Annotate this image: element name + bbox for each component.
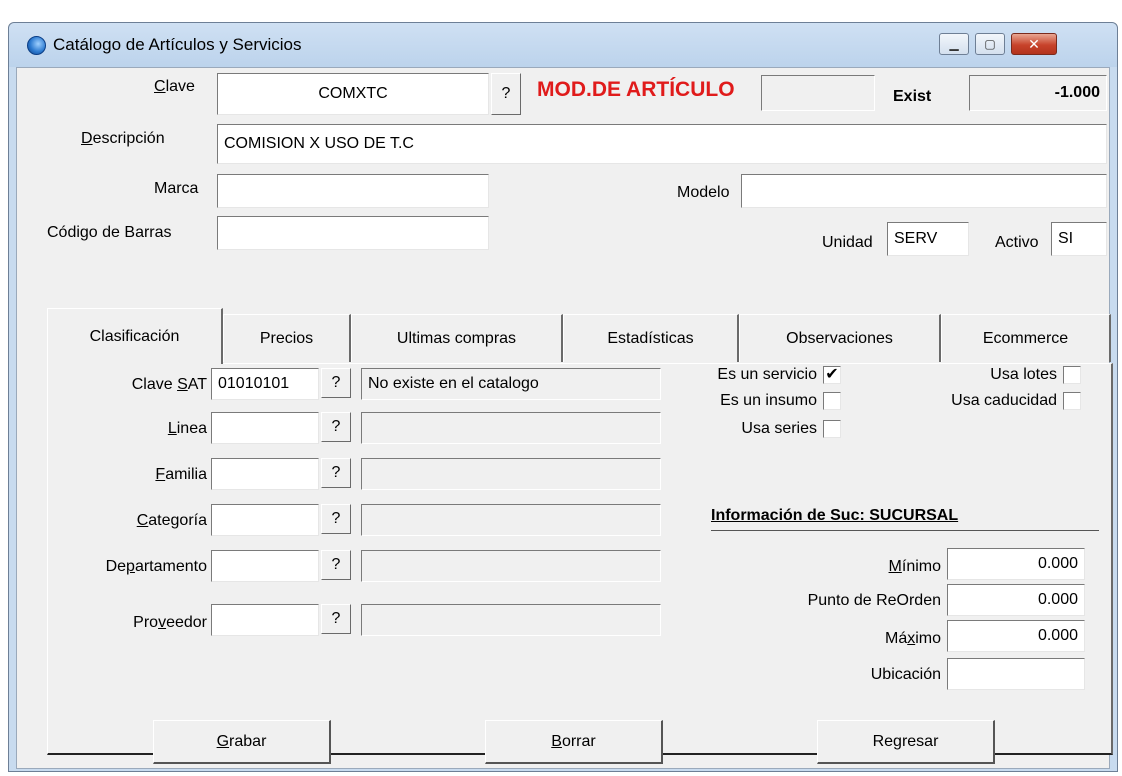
codigo-barras-input[interactable]	[217, 216, 489, 250]
unidad-label: Unidad	[822, 234, 873, 251]
ubicacion-input[interactable]	[947, 658, 1085, 690]
marca-label: Marca	[154, 180, 199, 197]
usa-lotes-label: Usa lotes	[990, 366, 1057, 383]
es-insumo-label: Es un insumo	[720, 392, 817, 409]
familia-description	[361, 458, 661, 490]
usa-caducidad-label: Usa caducidad	[951, 392, 1057, 409]
familia-input[interactable]	[211, 458, 319, 490]
categoria-label: Categoría	[136, 512, 207, 529]
proveedor-description	[361, 604, 661, 636]
es-insumo-checkbox[interactable]	[823, 392, 841, 410]
tab-ultimas-compras[interactable]: Ultimas compras	[351, 314, 563, 362]
activo-input[interactable]: SI	[1051, 222, 1107, 256]
minimo-label: Mínimo	[888, 558, 941, 575]
categoria-input[interactable]	[211, 504, 319, 536]
sucursal-divider	[711, 530, 1099, 531]
close-button[interactable]: ✕	[1011, 33, 1057, 55]
mode-status-field	[761, 75, 875, 111]
punto-reorden-label: Punto de ReOrden	[807, 592, 941, 609]
usa-caducidad-checkbox[interactable]	[1063, 392, 1081, 410]
punto-reorden-input[interactable]: 0.000	[947, 584, 1085, 616]
mode-indicator: MOD.DE ARTÍCULO	[537, 78, 735, 101]
unidad-input[interactable]: SERV	[887, 222, 969, 256]
ubicacion-label: Ubicación	[870, 666, 941, 683]
tab-clasificacion[interactable]: Clasificación	[47, 308, 223, 364]
minimize-button[interactable]: ▁	[939, 33, 969, 55]
minimo-input[interactable]: 0.000	[947, 548, 1085, 580]
tab-precios[interactable]: Precios	[223, 314, 351, 362]
clave-label: Clave	[154, 78, 195, 95]
clave-lookup-button[interactable]: ?	[491, 73, 521, 115]
regresar-button[interactable]: Regresar	[817, 720, 995, 764]
window-title: Catálogo de Artículos y Servicios	[53, 35, 302, 54]
tab-ecommerce[interactable]: Ecommerce	[941, 314, 1111, 362]
departamento-description	[361, 550, 661, 582]
usa-series-label: Usa series	[741, 420, 817, 437]
marca-input[interactable]	[217, 174, 489, 208]
maximo-label: Máximo	[884, 630, 941, 647]
app-icon	[27, 36, 46, 55]
linea-label: Linea	[167, 420, 207, 437]
familia-label: Familia	[155, 466, 207, 483]
es-servicio-label: Es un servicio	[717, 366, 817, 383]
clave-input[interactable]: COMXTC	[217, 73, 489, 115]
proveedor-input[interactable]	[211, 604, 319, 636]
descripcion-label: Descripción	[81, 130, 165, 147]
clave-sat-description: No existe en el catalogo	[361, 368, 661, 400]
app-window: Catálogo de Artículos y Servicios ▁ ▢ ✕ …	[8, 22, 1118, 772]
departamento-label: Departamento	[105, 558, 207, 575]
usa-series-checkbox[interactable]	[823, 420, 841, 438]
activo-label: Activo	[995, 234, 1039, 251]
exist-value: -1.000	[969, 75, 1107, 111]
modelo-input[interactable]	[741, 174, 1107, 208]
proveedor-lookup-button[interactable]: ?	[321, 604, 351, 634]
linea-input[interactable]	[211, 412, 319, 444]
maximo-input[interactable]: 0.000	[947, 620, 1085, 652]
borrar-button[interactable]: Borrar	[485, 720, 663, 764]
clave-sat-lookup-button[interactable]: ?	[321, 368, 351, 398]
departamento-input[interactable]	[211, 550, 319, 582]
descripcion-input[interactable]: COMISION X USO DE T.C	[217, 124, 1107, 164]
modelo-label: Modelo	[677, 184, 730, 201]
categoria-lookup-button[interactable]: ?	[321, 504, 351, 534]
proveedor-label: Proveedor	[133, 614, 207, 631]
exist-label: Exist	[893, 88, 932, 105]
title-bar[interactable]: Catálogo de Artículos y Servicios ▁ ▢ ✕	[9, 23, 1117, 67]
tab-estadisticas[interactable]: Estadísticas	[563, 314, 739, 362]
usa-lotes-checkbox[interactable]	[1063, 366, 1081, 384]
linea-description	[361, 412, 661, 444]
departamento-lookup-button[interactable]: ?	[321, 550, 351, 580]
client-area: Clave COMXTC ? MOD.DE ARTÍCULO Exist -1.…	[16, 67, 1113, 769]
categoria-description	[361, 504, 661, 536]
linea-lookup-button[interactable]: ?	[321, 412, 351, 442]
es-servicio-checkbox[interactable]: ✔	[823, 366, 841, 384]
codigo-barras-label: Código de Barras	[47, 224, 172, 241]
grabar-button[interactable]: Grabar	[153, 720, 331, 764]
familia-lookup-button[interactable]: ?	[321, 458, 351, 488]
sucursal-section-title: Información de Suc: SUCURSAL	[711, 507, 959, 524]
clave-sat-input[interactable]: 01010101	[211, 368, 319, 400]
tab-observaciones[interactable]: Observaciones	[739, 314, 941, 362]
maximize-button[interactable]: ▢	[975, 33, 1005, 55]
clave-sat-label: Clave SAT	[131, 376, 207, 393]
